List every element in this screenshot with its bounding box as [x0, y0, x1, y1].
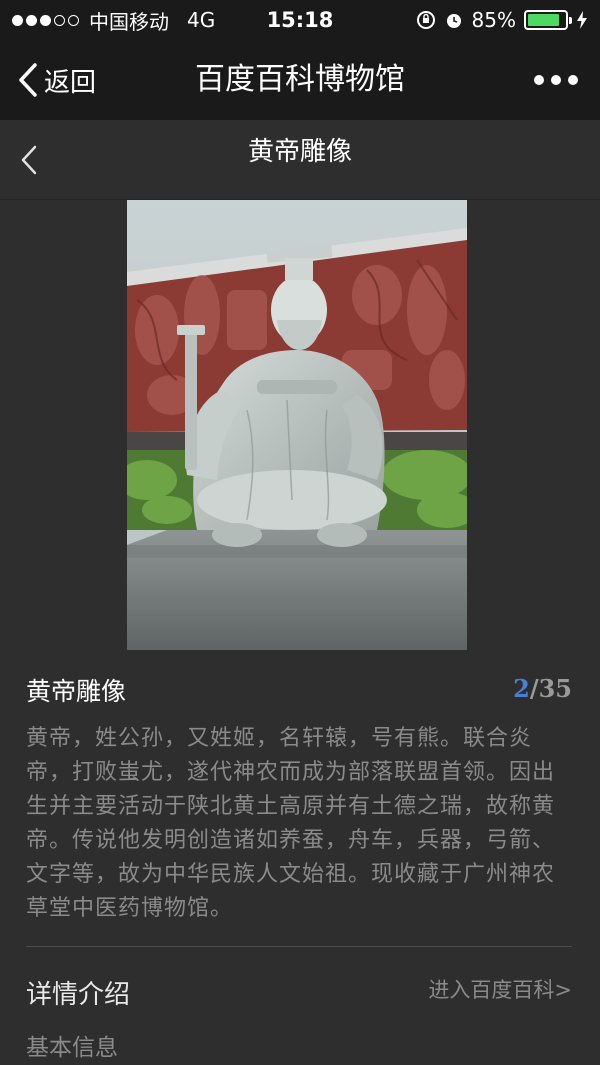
rotation-lock-icon	[416, 11, 435, 29]
battery-tip	[569, 17, 572, 24]
charging-icon	[577, 11, 587, 29]
status-bar: 中国移动 4G 15:18 85%	[0, 0, 600, 40]
open-baike-link[interactable]: 进入百度百科>	[428, 974, 572, 1004]
basic-info-label: 基本信息	[26, 1035, 118, 1061]
statue-photo-illustration	[127, 200, 467, 650]
page-header: 黄帝雕像	[0, 120, 600, 200]
battery-icon	[524, 10, 572, 30]
counter-current: 2	[513, 674, 530, 703]
dot	[534, 75, 544, 85]
nav-bar: 返回 百度百科博物馆	[0, 40, 600, 120]
item-title: 黄帝雕像	[26, 677, 127, 706]
info-panel: 黄帝雕像 2/35 黄帝，姓公孙，又姓姬，名轩辕，号有熊。联合炎帝，打败蚩尤，遂…	[0, 650, 600, 1065]
alarm-icon	[446, 14, 461, 28]
counter-total: 35	[538, 674, 572, 703]
details-section-title: 详情介绍	[26, 980, 131, 1010]
battery-fill	[528, 14, 559, 26]
divider	[26, 946, 572, 947]
more-dots-icon[interactable]	[534, 40, 578, 120]
counter-separator: /	[529, 674, 539, 703]
dot	[568, 75, 578, 85]
item-description: 黄帝，姓公孙，又姓姬，名轩辕，号有熊。联合炎帝，打败蚩尤，遂代神农而成为部落联盟…	[26, 726, 556, 921]
statue-photo[interactable]	[127, 200, 467, 650]
nav-title: 百度百科博物馆	[195, 62, 405, 97]
page-title: 黄帝雕像	[247, 137, 352, 167]
image-counter: 2/35	[513, 674, 572, 703]
dot	[551, 75, 561, 85]
battery-percent: 85%	[471, 8, 516, 32]
image-area	[0, 200, 600, 650]
status-right: 85%	[416, 0, 588, 40]
